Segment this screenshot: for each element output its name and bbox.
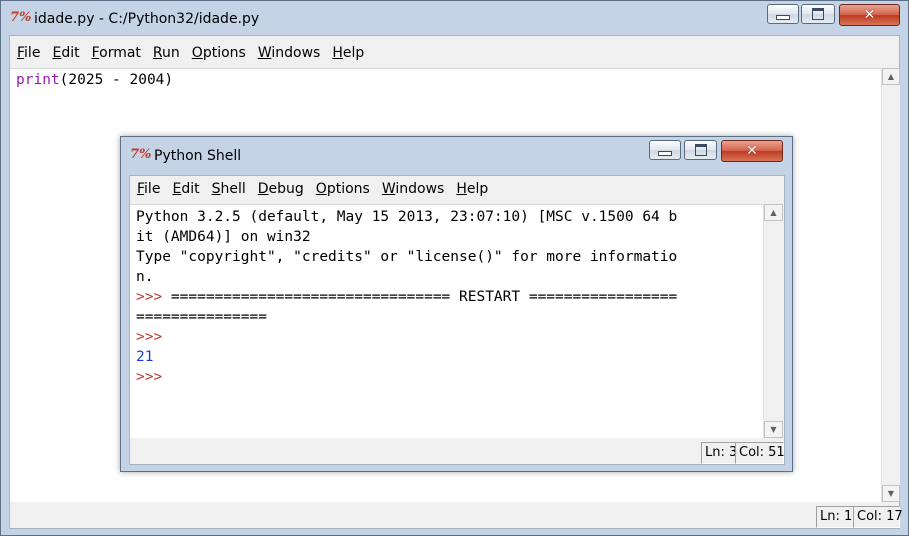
menu-label-rest: un [162, 45, 180, 61]
menu-label-rest: indows [271, 45, 321, 61]
shell-output-area[interactable]: Python 3.2.5 (default, May 15 2013, 23:0… [130, 204, 763, 438]
code-line: print(2025 - 2004) [10, 69, 881, 90]
shell-line: >>> ================================ RES… [136, 287, 763, 307]
menu-label-rest: hell [220, 181, 246, 197]
shell-text: it (AMD64)] on win32 [136, 229, 311, 245]
editor-titlebar[interactable]: 7% idade.py - C:/Python32/idade.py ✕ [1, 1, 908, 35]
menu-label-rest: ebug [268, 181, 304, 197]
menu-accelerator: H [456, 181, 467, 197]
shell-output-value: 21 [136, 349, 154, 365]
shell-line: it (AMD64)] on win32 [136, 227, 763, 247]
menu-windows[interactable]: Windows [258, 45, 321, 61]
menu-accelerator: R [152, 45, 163, 61]
menu-label-rest: dit [181, 181, 200, 197]
menu-accelerator: W [257, 45, 272, 61]
menu-accelerator: E [52, 45, 62, 61]
editor-statusbar: Ln: 1 Col: 17 [10, 504, 903, 528]
shell-line: >>> [136, 327, 763, 347]
menu-accelerator: H [332, 45, 343, 61]
menu-edit[interactable]: Edit [52, 45, 79, 61]
shell-line-indicator: Ln: 3 [701, 442, 737, 464]
menu-accelerator: D [257, 181, 269, 197]
scroll-up-arrow-icon[interactable]: ▲ [764, 204, 783, 221]
menu-label-rest: ptions [202, 45, 246, 61]
shell-column-indicator: Col: 51 [735, 442, 785, 464]
shell-line: n. [136, 267, 763, 287]
shell-prompt: >>> [136, 289, 171, 305]
shell-window: 7% Python Shell ✕ File Edit Shell Debug Opti… [120, 136, 793, 472]
menu-help[interactable]: Help [456, 181, 488, 197]
shell-menubar: File Edit Shell Debug Options Windows Help [137, 181, 500, 197]
menu-edit[interactable]: Edit [172, 181, 199, 197]
shell-vertical-scrollbar[interactable]: ▲ ▼ [763, 204, 783, 438]
menu-label-rest: dit [61, 45, 80, 61]
maximize-icon [812, 8, 824, 20]
shell-text: ================================ RESTART… [170, 289, 678, 305]
shell-maximize-button[interactable] [684, 140, 717, 160]
editor-menubar: File Edit Format Run Options Windows Help [17, 45, 376, 61]
menu-label-rest: elp [466, 181, 489, 197]
code-text: (2025 - 2004) [59, 72, 174, 88]
editor-window-title: idade.py - C:/Python32/idade.py [34, 11, 260, 27]
shell-text: =============== [136, 309, 267, 325]
shell-text: Python 3.2.5 (default, May 15 2013, 23:0… [136, 209, 678, 225]
menu-label-rest: ptions [326, 181, 370, 197]
menu-label-rest: ile [24, 45, 41, 61]
menu-accelerator: O [315, 181, 327, 197]
shell-text: n. [136, 269, 154, 285]
idle-app-icon: 7% [10, 10, 32, 25]
shell-minimize-button[interactable] [649, 140, 681, 160]
minimize-icon [658, 150, 672, 156]
shell-statusbar: Ln: 3 Col: 51 [130, 440, 785, 464]
maximize-icon [694, 144, 707, 156]
scroll-down-arrow-icon[interactable]: ▼ [764, 421, 783, 438]
shell-line: =============== [136, 307, 763, 327]
minimize-button[interactable] [767, 4, 799, 24]
shell-line: Type "copyright", "credits" or "license(… [136, 247, 763, 267]
menu-accelerator: W [381, 181, 396, 197]
menu-run[interactable]: Run [153, 45, 180, 61]
menu-debug[interactable]: Debug [258, 181, 304, 197]
close-button[interactable]: ✕ [839, 4, 900, 26]
menu-file[interactable]: File [17, 45, 40, 61]
menu-label-rest: ormat [99, 45, 141, 61]
editor-column-indicator: Col: 17 [853, 506, 903, 528]
menu-shell[interactable]: Shell [212, 181, 246, 197]
shell-prompt: >>> [136, 369, 163, 385]
editor-vertical-scrollbar[interactable]: ▲ ▼ [881, 68, 900, 502]
menu-file[interactable]: File [137, 181, 160, 197]
close-icon: ✕ [746, 143, 758, 159]
shell-titlebar[interactable]: 7% Python Shell ✕ [121, 137, 792, 171]
scroll-down-arrow-icon[interactable]: ▼ [882, 485, 900, 502]
shell-close-button[interactable]: ✕ [721, 140, 783, 162]
shell-line: Python 3.2.5 (default, May 15 2013, 23:0… [136, 207, 763, 227]
shell-text: Type "copyright", "credits" or "license(… [136, 249, 678, 265]
minimize-icon [776, 14, 790, 20]
shell-line: >>> [136, 367, 763, 387]
menu-options[interactable]: Options [192, 45, 246, 61]
shell-window-title: Python Shell [154, 148, 242, 164]
idle-app-icon: 7% [130, 147, 152, 162]
shell-client-area: File Edit Shell Debug Options Windows Help Pyt… [129, 175, 785, 465]
close-icon: ✕ [863, 7, 876, 23]
menu-help[interactable]: Help [332, 45, 364, 61]
menu-label-rest: elp [342, 45, 365, 61]
shell-prompt: >>> [136, 329, 163, 345]
menu-label-rest: ile [144, 181, 161, 197]
menu-accelerator: F [137, 181, 145, 197]
scroll-up-arrow-icon[interactable]: ▲ [882, 68, 900, 85]
menu-options[interactable]: Options [316, 181, 370, 197]
editor-line-indicator: Ln: 1 [816, 506, 854, 528]
menu-label-rest: indows [395, 181, 445, 197]
code-keyword: print [16, 72, 60, 88]
menu-accelerator: O [191, 45, 203, 61]
maximize-button[interactable] [801, 4, 835, 24]
menu-windows[interactable]: Windows [382, 181, 445, 197]
shell-line: 21 [136, 347, 763, 367]
menu-accelerator: E [172, 181, 182, 197]
menu-format[interactable]: Format [92, 45, 141, 61]
menu-accelerator: F [17, 45, 25, 61]
menu-accelerator: F [91, 45, 100, 61]
